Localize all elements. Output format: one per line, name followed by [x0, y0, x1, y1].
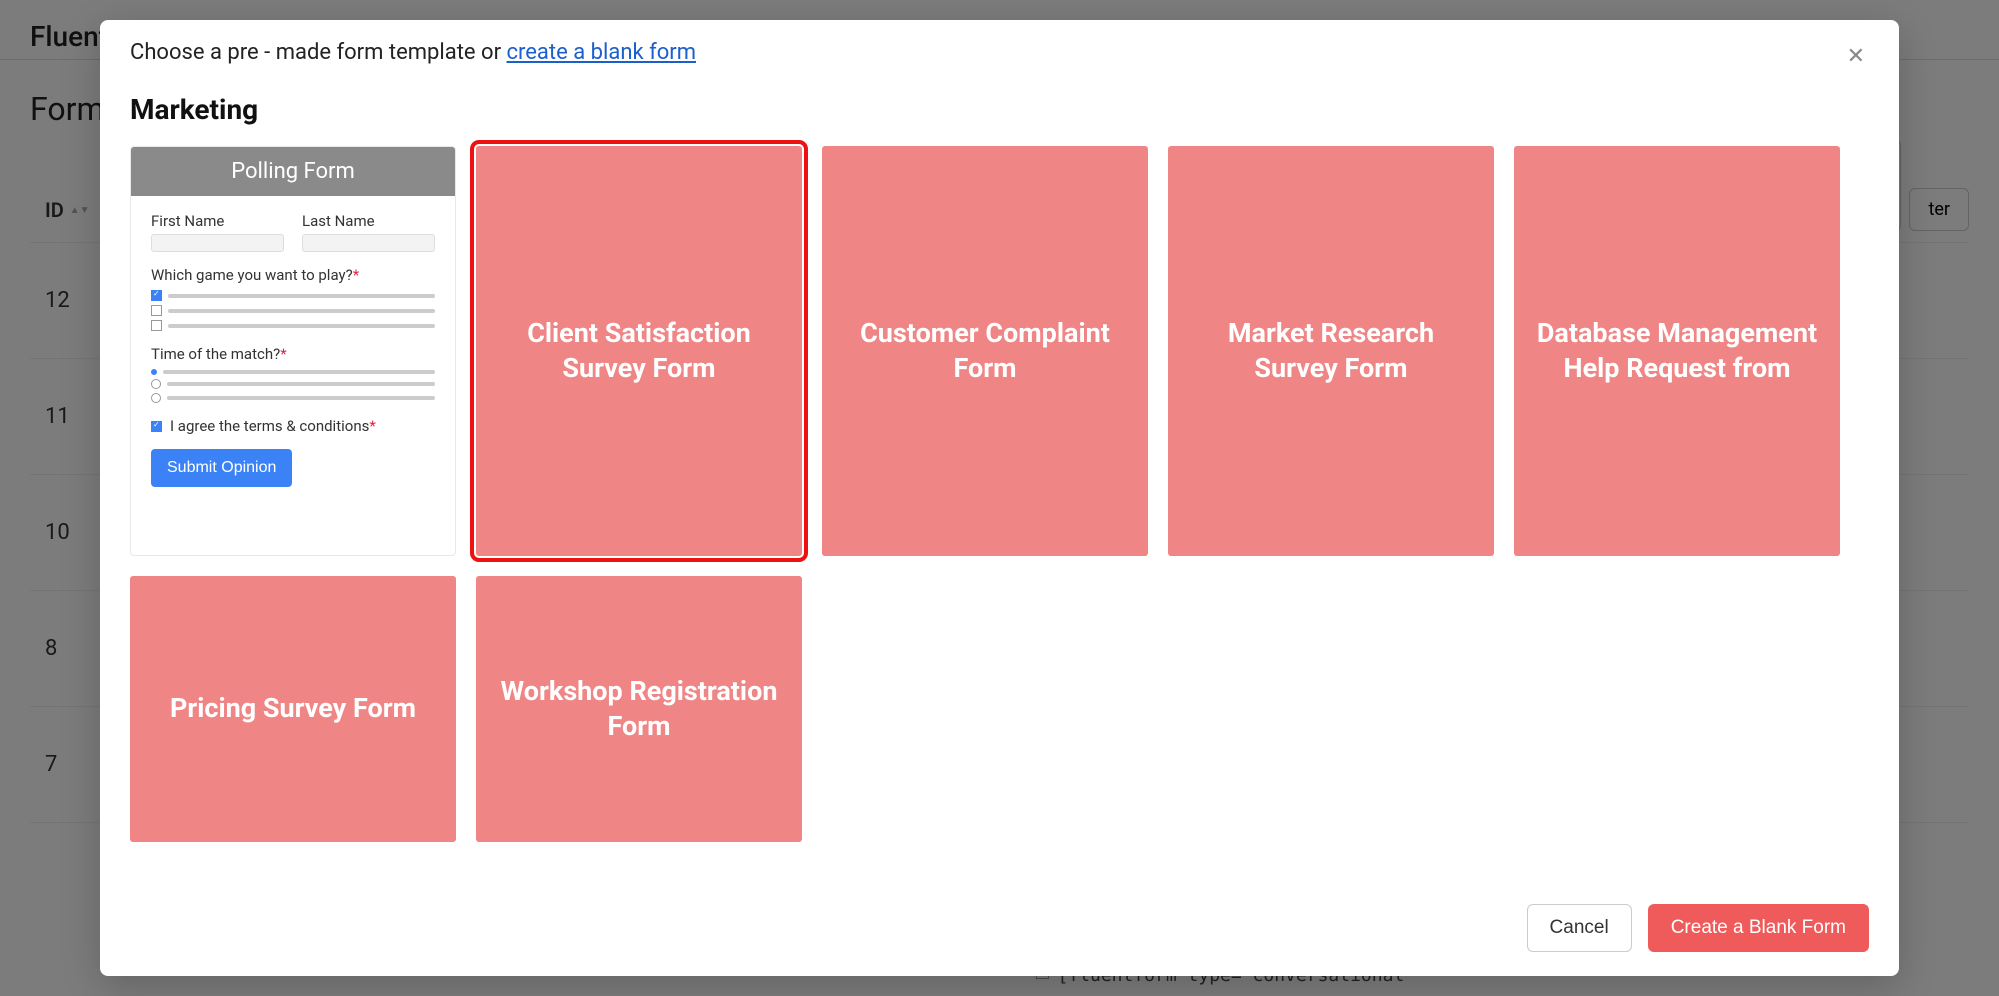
template-customer-complaint[interactable]: Customer Complaint Form	[822, 146, 1148, 556]
template-database-management[interactable]: Database Management Help Request from	[1514, 146, 1840, 556]
template-card-title: Client Satisfaction Survey Form	[496, 316, 782, 386]
template-pricing-survey[interactable]: Pricing Survey Form	[130, 576, 456, 842]
template-card-title: Database Management Help Request from	[1534, 316, 1820, 386]
template-market-research[interactable]: Market Research Survey Form	[1168, 146, 1494, 556]
question-1-options	[151, 290, 435, 331]
create-blank-link[interactable]: create a blank form	[507, 40, 697, 65]
template-card-title: Pricing Survey Form	[170, 691, 416, 726]
checkbox-icon[interactable]	[151, 305, 162, 316]
template-grid: Polling Form First Name Last Name Wh	[130, 146, 1869, 842]
terms-label: I agree the terms & conditions*	[170, 417, 376, 435]
question-2-label: Time of the match?*	[151, 345, 435, 363]
radio-icon[interactable]	[151, 369, 157, 375]
section-title: Marketing	[130, 93, 1869, 126]
modal-footer: Cancel Create a Blank Form	[100, 888, 1899, 976]
polling-card-title: Polling Form	[131, 147, 455, 196]
first-name-input[interactable]	[151, 234, 284, 252]
template-card-title: Customer Complaint Form	[842, 316, 1128, 386]
question-2-options	[151, 369, 435, 403]
close-icon[interactable]: ✕	[1843, 40, 1869, 73]
modal-header-text: Choose a pre - made form template or cre…	[130, 40, 696, 65]
template-card-title: Market Research Survey Form	[1188, 316, 1474, 386]
first-name-label: First Name	[151, 212, 284, 230]
template-workshop-registration[interactable]: Workshop Registration Form	[476, 576, 802, 842]
template-modal: Choose a pre - made form template or cre…	[100, 20, 1899, 976]
create-blank-form-button[interactable]: Create a Blank Form	[1648, 904, 1869, 952]
last-name-input[interactable]	[302, 234, 435, 252]
cancel-button[interactable]: Cancel	[1527, 904, 1632, 952]
polling-body: First Name Last Name Which game you want…	[131, 196, 455, 507]
template-polling-form[interactable]: Polling Form First Name Last Name Wh	[130, 146, 456, 556]
checkbox-icon[interactable]	[151, 320, 162, 331]
modal-header-prefix: Choose a pre - made form template or	[130, 40, 507, 65]
template-client-satisfaction[interactable]: Client Satisfaction Survey Form	[476, 146, 802, 556]
checkbox-icon[interactable]	[151, 290, 162, 301]
question-1-label: Which game you want to play?*	[151, 266, 435, 284]
submit-opinion-button[interactable]: Submit Opinion	[151, 449, 292, 487]
last-name-label: Last Name	[302, 212, 435, 230]
terms-checkbox-icon[interactable]	[151, 421, 162, 432]
terms-row: I agree the terms & conditions*	[151, 417, 435, 435]
radio-icon[interactable]	[151, 379, 161, 389]
radio-icon[interactable]	[151, 393, 161, 403]
modal-body: Marketing Polling Form First Name Last N…	[100, 83, 1899, 888]
modal-header: Choose a pre - made form template or cre…	[100, 20, 1899, 83]
template-card-title: Workshop Registration Form	[496, 674, 782, 744]
